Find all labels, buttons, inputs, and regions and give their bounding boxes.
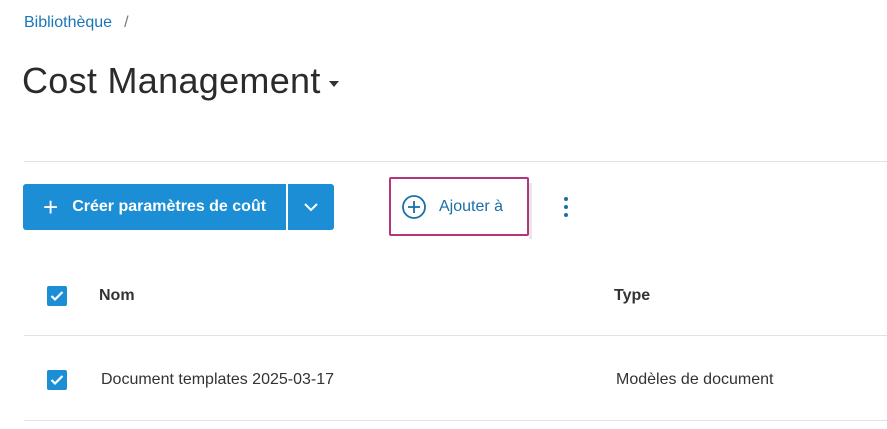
create-button-group: + Créer paramètres de coût bbox=[23, 184, 335, 230]
breadcrumb-separator: / bbox=[124, 14, 129, 31]
create-options-dropdown-button[interactable] bbox=[286, 184, 335, 230]
table-row-divider bbox=[24, 420, 887, 421]
select-all-checkbox[interactable] bbox=[47, 286, 67, 306]
more-dot-icon bbox=[564, 197, 568, 201]
page-title: Cost Management bbox=[22, 60, 321, 101]
column-header-name[interactable]: Nom bbox=[99, 287, 135, 305]
header-divider bbox=[24, 161, 887, 162]
checkmark-icon bbox=[50, 375, 64, 386]
add-to-button[interactable]: Ajouter à bbox=[389, 177, 532, 239]
create-cost-settings-button[interactable]: + Créer paramètres de coût bbox=[23, 184, 287, 230]
more-dot-icon bbox=[564, 213, 568, 217]
table-row-divider bbox=[24, 335, 887, 336]
table-row-name[interactable]: Document templates 2025-03-17 bbox=[101, 371, 334, 389]
column-header-type[interactable]: Type bbox=[614, 287, 650, 305]
more-options-button[interactable] bbox=[556, 192, 576, 222]
create-cost-settings-label: Créer paramètres de coût bbox=[72, 198, 267, 215]
row-checkbox[interactable] bbox=[47, 370, 67, 390]
breadcrumb-link-library[interactable]: Bibliothèque bbox=[24, 14, 112, 32]
add-circle-icon bbox=[402, 194, 426, 219]
caret-down-icon bbox=[328, 81, 339, 87]
chevron-down-icon bbox=[304, 203, 318, 212]
table-row-type: Modèles de document bbox=[616, 371, 774, 388]
more-dot-icon bbox=[564, 205, 568, 209]
plus-icon: + bbox=[43, 192, 59, 222]
checkmark-icon bbox=[50, 291, 64, 302]
breadcrumb: Bibliothèque / bbox=[24, 14, 129, 32]
add-to-label: Ajouter à bbox=[439, 197, 504, 215]
page-title-dropdown[interactable]: Cost Management bbox=[22, 60, 339, 102]
